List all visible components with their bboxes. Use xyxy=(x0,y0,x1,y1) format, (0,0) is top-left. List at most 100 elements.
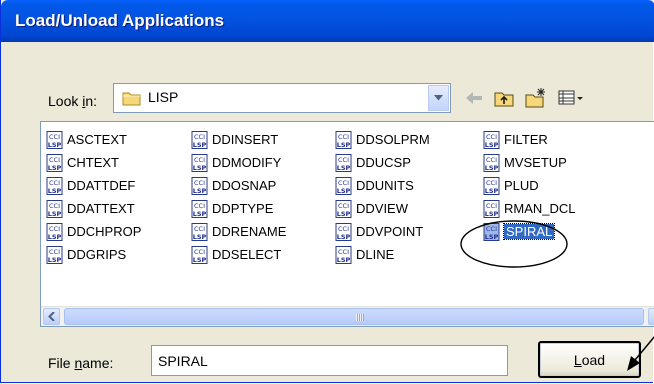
look-in-dropdown[interactable]: LISP xyxy=(113,83,451,113)
lsp-file-icon: CCILSP xyxy=(335,130,352,149)
lsp-file-icon: CCILSP xyxy=(335,176,352,195)
dropdown-arrow-button[interactable] xyxy=(428,85,449,111)
svg-text:LSP: LSP xyxy=(337,256,351,264)
svg-text:LSP: LSP xyxy=(48,233,62,241)
list-item[interactable]: CCI LSP DDSELECT xyxy=(191,243,286,266)
list-item[interactable]: CCI LSP DDVPOINT xyxy=(335,220,430,243)
file-name: DLINE xyxy=(356,247,395,262)
file-name: DDSELECT xyxy=(212,247,282,262)
file-column-1: CCI LSP ASCTEXT CCI LSP CHTEXT CCI LSP DDATTDE… xyxy=(46,128,141,266)
lsp-file-icon: CCILSP xyxy=(46,199,63,218)
lsp-file-icon: CCILSP xyxy=(483,176,500,195)
file-column-4: CCI LSP FILTER CCI LSP MVSETUP CCI LSP PLUD CC… xyxy=(483,128,576,243)
scroll-grip-icon xyxy=(356,314,364,321)
lsp-file-icon: CCILSP xyxy=(335,222,352,241)
file-name: DDVIEW xyxy=(356,201,408,216)
list-item[interactable]: CCI LSP DDMODIFY xyxy=(191,151,286,174)
svg-text:LSP: LSP xyxy=(193,164,207,172)
file-name: CHTEXT xyxy=(67,155,119,170)
new-folder-icon[interactable] xyxy=(525,87,547,109)
file-name-label: File name: xyxy=(48,355,113,371)
file-name: MVSETUP xyxy=(504,155,567,170)
file-column-2: CCI LSP DDINSERT CCI LSP DDMODIFY CCI LSP DDOS… xyxy=(191,128,286,266)
file-name: DDCHPROP xyxy=(67,224,142,239)
list-item[interactable]: CCI LSP DDINSERT xyxy=(191,128,286,151)
svg-text:LSP: LSP xyxy=(485,141,499,149)
file-list[interactable]: CCI LSP ASCTEXT CCI LSP CHTEXT CCI LSP DDATTDE… xyxy=(40,121,654,327)
list-item[interactable]: CCI LSP DDSOLPRM xyxy=(335,128,430,151)
list-item[interactable]: CCI LSP DDATTEXT xyxy=(46,197,141,220)
svg-text:LSP: LSP xyxy=(485,210,499,218)
list-item[interactable]: CCI LSP CHTEXT xyxy=(46,151,141,174)
lsp-file-icon: CCILSP xyxy=(191,176,208,195)
list-item[interactable]: CCI LSP DDOSNAP xyxy=(191,174,286,197)
svg-text:LSP: LSP xyxy=(48,187,62,195)
list-item[interactable]: CCI LSP MVSETUP xyxy=(483,151,576,174)
svg-text:LSP: LSP xyxy=(485,233,499,241)
file-name: DDUNITS xyxy=(356,178,414,193)
list-item-selected[interactable]: CCI LSP SPIRAL xyxy=(483,220,576,243)
lsp-file-icon: CCILSP xyxy=(191,130,208,149)
scroll-left-button[interactable] xyxy=(43,308,60,325)
svg-text:CCI: CCI xyxy=(338,202,349,210)
lsp-file-icon: CCILSP xyxy=(483,199,500,218)
scroll-right-button[interactable] xyxy=(648,308,654,325)
svg-text:CCI: CCI xyxy=(49,179,60,187)
svg-text:LSP: LSP xyxy=(337,141,351,149)
lsp-file-icon: CCILSP xyxy=(335,153,352,172)
svg-text:LSP: LSP xyxy=(48,210,62,218)
lsp-file-icon: CCILSP xyxy=(46,153,63,172)
lsp-file-icon: CCILSP xyxy=(191,245,208,264)
lsp-file-icon: CCILSP xyxy=(483,130,500,149)
chevron-left-icon xyxy=(47,312,55,321)
file-name: SPIRAL xyxy=(502,223,556,240)
load-button[interactable]: Load xyxy=(538,341,641,378)
svg-text:LSP: LSP xyxy=(193,187,207,195)
file-name: DDOSNAP xyxy=(212,178,277,193)
list-item[interactable]: CCI LSP DDATTDEF xyxy=(46,174,141,197)
file-name: DDVPOINT xyxy=(356,224,424,239)
svg-text:CCI: CCI xyxy=(49,133,60,141)
list-item[interactable]: CCI LSP DDVIEW xyxy=(335,197,430,220)
file-name: ASCTEXT xyxy=(67,132,127,147)
svg-text:CCI: CCI xyxy=(338,248,349,256)
scroll-thumb[interactable] xyxy=(64,308,644,325)
list-item[interactable]: CCI LSP RMAN_DCL xyxy=(483,197,576,220)
back-arrow-icon[interactable] xyxy=(463,87,485,109)
folder-icon xyxy=(122,90,142,109)
svg-text:LSP: LSP xyxy=(485,187,499,195)
file-name: DDPTYPE xyxy=(212,201,274,216)
look-in-label-text-end: n: xyxy=(85,93,98,109)
file-name-label-text-end: ame: xyxy=(82,355,114,371)
horizontal-scrollbar[interactable] xyxy=(41,306,654,326)
list-item[interactable]: CCI LSP DDGRIPS xyxy=(46,243,141,266)
svg-text:CCI: CCI xyxy=(49,156,60,164)
load-button-label: oad xyxy=(581,351,606,368)
file-name-input[interactable] xyxy=(151,345,508,376)
file-name: DDINSERT xyxy=(212,132,279,147)
svg-text:CCI: CCI xyxy=(486,156,497,164)
title-bar[interactable]: Load/Unload Applications xyxy=(1,0,654,42)
list-item[interactable]: CCI LSP DDUNITS xyxy=(335,174,430,197)
chevron-down-icon xyxy=(434,95,443,101)
list-item[interactable]: CCI LSP DDRENAME xyxy=(191,220,286,243)
list-item[interactable]: CCI LSP DDCHPROP xyxy=(46,220,141,243)
up-folder-icon[interactable] xyxy=(493,87,515,109)
list-item[interactable]: CCI LSP DDUCSP xyxy=(335,151,430,174)
list-item[interactable]: CCI LSP DDPTYPE xyxy=(191,197,286,220)
list-item[interactable]: CCI LSP ASCTEXT xyxy=(46,128,141,151)
svg-text:CCI: CCI xyxy=(194,179,205,187)
svg-text:LSP: LSP xyxy=(337,210,351,218)
list-item[interactable]: CCI LSP PLUD xyxy=(483,174,576,197)
look-in-label: Look in: xyxy=(48,93,97,109)
lsp-file-icon: CCILSP xyxy=(191,153,208,172)
views-menu-icon[interactable] xyxy=(557,87,585,109)
list-item[interactable]: CCI LSP DLINE xyxy=(335,243,430,266)
svg-text:CCI: CCI xyxy=(49,202,60,210)
svg-text:LSP: LSP xyxy=(48,141,62,149)
svg-text:LSP: LSP xyxy=(193,141,207,149)
load-unload-dialog: Load/Unload Applications Look in: LISP C… xyxy=(0,0,654,383)
list-item[interactable]: CCI LSP FILTER xyxy=(483,128,576,151)
svg-text:CCI: CCI xyxy=(338,225,349,233)
svg-text:LSP: LSP xyxy=(193,256,207,264)
